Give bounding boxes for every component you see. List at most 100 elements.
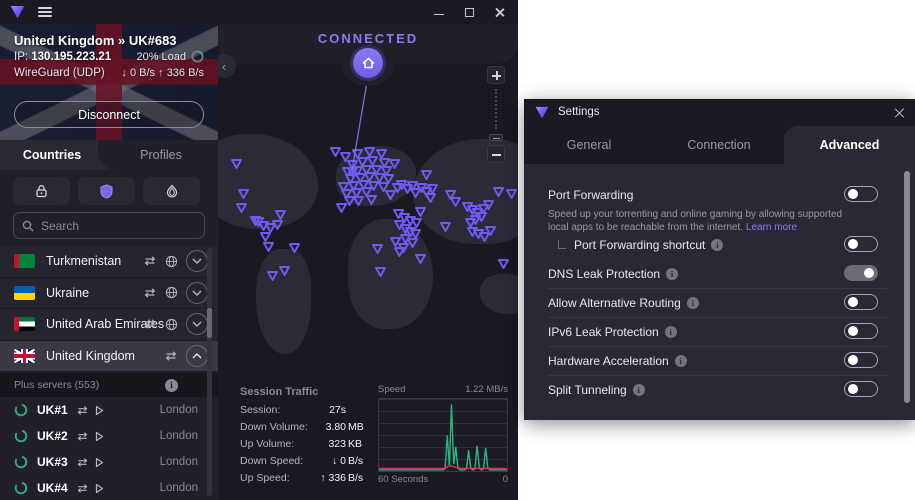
down-speed-label: Down Speed:: [240, 455, 303, 467]
server-marker[interactable]: [235, 201, 248, 219]
tor-filter-button[interactable]: [143, 177, 200, 205]
zoom-slider-handle[interactable]: [489, 134, 503, 141]
settings-tab-general[interactable]: General: [524, 126, 654, 164]
zoom-in-button[interactable]: [487, 66, 505, 84]
server-marker[interactable]: [262, 240, 275, 258]
toggle-knob: [848, 189, 858, 199]
info-icon[interactable]: i: [165, 379, 178, 392]
port-forwarding-toggle[interactable]: [844, 186, 878, 202]
protocol-label: WireGuard (UDP): [14, 67, 105, 79]
country-row-ukraine[interactable]: Ukraine: [0, 278, 218, 310]
info-icon[interactable]: i: [711, 239, 723, 251]
up-volume-unit: KB: [348, 438, 368, 450]
server-marker[interactable]: [492, 185, 505, 203]
country-row-turkmenistan[interactable]: Turkmenistan: [0, 246, 218, 278]
down-speed-value: ↓ 0: [332, 455, 346, 467]
setting-label: IPv6 Leak Protection: [548, 325, 659, 339]
speed-chart-header: Speed 1.22 MB/s: [378, 384, 508, 395]
server-marker[interactable]: [371, 242, 384, 260]
server-marker[interactable]: [505, 187, 518, 205]
collapse-sidebar-button[interactable]: ‹: [218, 54, 236, 78]
expand-country-button[interactable]: [186, 250, 208, 272]
p2p-swap-icon: [76, 431, 89, 442]
server-marker[interactable]: [439, 220, 452, 238]
setting-allow-alternative-routing: Allow Alternative Routing i: [548, 294, 888, 314]
server-marker[interactable]: [288, 241, 301, 259]
expand-country-button[interactable]: [186, 282, 208, 304]
maximize-button[interactable]: [454, 0, 484, 24]
connected-server-marker[interactable]: [346, 165, 359, 183]
server-marker[interactable]: [352, 194, 365, 212]
country-row-united-kingdom[interactable]: United Kingdom: [0, 341, 218, 373]
uae-flag-icon: [14, 317, 35, 331]
down-volume-label: Down Volume:: [240, 421, 308, 433]
sidebar-tabs: Countries Profiles: [0, 140, 218, 170]
allow-alternative-routing-toggle[interactable]: [844, 294, 878, 310]
server-marker[interactable]: [497, 257, 510, 275]
server-marker[interactable]: [252, 215, 265, 233]
shield-icon: [100, 184, 113, 199]
expand-country-button[interactable]: [186, 313, 208, 335]
menu-hamburger-icon[interactable]: [38, 7, 52, 17]
port-forwarding-shortcut-toggle[interactable]: [844, 236, 878, 252]
down-volume-value: 3.80: [326, 421, 346, 433]
server-row-uk4[interactable]: UK#4 London: [0, 475, 218, 500]
server-load-ring-icon: [14, 403, 28, 417]
settings-close-button[interactable]: [893, 107, 905, 119]
settings-tab-connection[interactable]: Connection: [654, 126, 784, 164]
collapse-country-button[interactable]: [186, 345, 208, 367]
search-input[interactable]: [41, 219, 181, 233]
settings-tabbar: General Connection Advanced: [524, 126, 915, 164]
server-marker[interactable]: [374, 265, 387, 283]
zoom-out-button[interactable]: [487, 145, 505, 163]
ipv6-leak-protection-toggle[interactable]: [844, 323, 878, 339]
info-icon[interactable]: i: [633, 384, 645, 396]
server-load-ring-icon: [14, 429, 28, 443]
sidebar-scrollbar-thumb[interactable]: [207, 308, 212, 338]
hardware-acceleration-toggle[interactable]: [844, 352, 878, 368]
home-pin-button[interactable]: [353, 48, 383, 78]
info-icon[interactable]: i: [687, 297, 699, 309]
filter-bar: [0, 170, 218, 212]
port-forwarding-description: Speed up your torrenting and online gami…: [548, 208, 858, 234]
server-marker[interactable]: [414, 252, 427, 270]
plus-servers-label: Plus servers (553): [14, 379, 99, 391]
server-marker[interactable]: [230, 157, 243, 175]
zoom-slider-track[interactable]: [495, 89, 497, 129]
info-icon[interactable]: i: [666, 268, 678, 280]
server-row-uk3[interactable]: UK#3 London: [0, 449, 218, 475]
server-row-uk2[interactable]: UK#2 London: [0, 423, 218, 449]
tab-countries[interactable]: Countries: [0, 140, 104, 170]
minimize-button[interactable]: [424, 0, 454, 24]
server-marker[interactable]: [365, 193, 378, 211]
world-map[interactable]: CONNECTED ‹ Session Traffic Session: 27s…: [218, 24, 518, 500]
sidebar-scrollbar[interactable]: [207, 248, 212, 496]
info-icon[interactable]: i: [665, 326, 677, 338]
server-marker[interactable]: [424, 191, 437, 209]
p2p-swap-icon: [143, 318, 157, 330]
country-row-uae[interactable]: United Arab Emirates: [0, 309, 218, 341]
server-name: UK#2: [37, 429, 68, 443]
disconnect-button[interactable]: Disconnect: [14, 101, 204, 128]
learn-more-link[interactable]: Learn more: [746, 222, 797, 233]
connection-title: United Kingdom » UK#683: [14, 33, 177, 48]
split-tunneling-toggle[interactable]: [844, 381, 878, 397]
server-row-uk1[interactable]: UK#1 London: [0, 397, 218, 423]
dns-leak-protection-toggle[interactable]: [844, 265, 878, 281]
settings-scrollbar[interactable]: [904, 171, 910, 411]
tab-profiles[interactable]: Profiles: [104, 140, 218, 170]
row-separator: [548, 288, 888, 289]
server-marker[interactable]: [335, 201, 348, 219]
settings-scrollbar-thumb[interactable]: [904, 171, 910, 403]
server-marker[interactable]: [278, 264, 291, 282]
close-button[interactable]: [484, 0, 514, 24]
secure-core-filter-button[interactable]: [13, 177, 70, 205]
server-marker[interactable]: [484, 224, 497, 242]
info-icon[interactable]: i: [675, 355, 687, 367]
session-value: 27s: [329, 404, 346, 416]
plus-servers-header: Plus servers (553) i: [0, 373, 218, 397]
globe-icon: [165, 255, 178, 268]
p2p-filter-button[interactable]: [78, 177, 135, 205]
settings-tab-advanced[interactable]: Advanced: [784, 126, 915, 164]
server-marker[interactable]: [274, 208, 287, 226]
